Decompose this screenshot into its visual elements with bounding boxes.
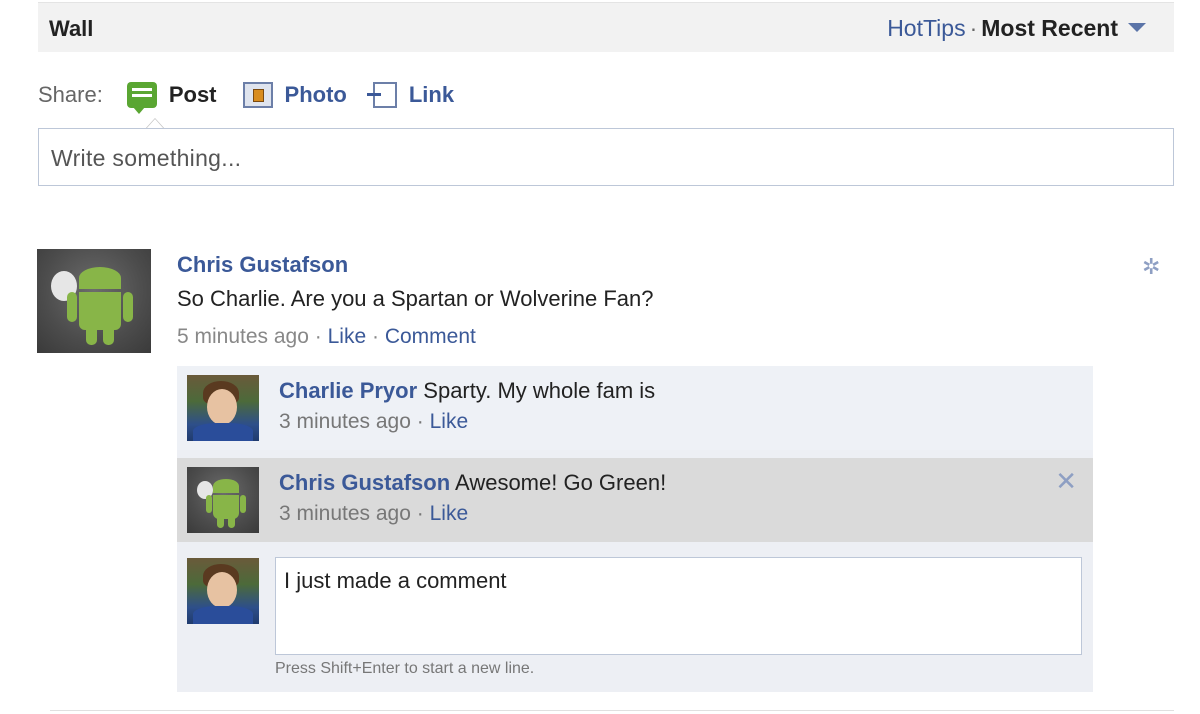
close-icon[interactable]: ✕ (1055, 466, 1077, 497)
share-link-label: Link (408, 82, 455, 107)
comment-author-name[interactable]: Charlie Pryor (279, 378, 417, 403)
comments-section: Charlie Pryor Sparty. My whole fam is 3 … (177, 366, 1093, 692)
comment-message: Awesome! Go Green! (450, 470, 667, 495)
meta-separator: · (371, 325, 379, 348)
wall-title: Wall (49, 16, 94, 41)
share-link-tab[interactable]: Link (366, 82, 455, 108)
status-composer-input[interactable]: Write something... (38, 128, 1174, 186)
comment-timestamp[interactable]: 3 minutes ago (279, 410, 411, 433)
wall-filter: HotTips · Most Recent (887, 15, 1146, 42)
meta-separator: · (314, 325, 322, 348)
share-post-label: Post (168, 82, 217, 107)
share-photo-tab[interactable]: Photo (242, 82, 347, 108)
post-meta: 5 minutes ago · Like · Comment (177, 325, 476, 349)
post-timestamp[interactable]: 5 minutes ago (177, 325, 309, 348)
commenter-avatar[interactable] (187, 375, 259, 441)
reply-avatar (187, 558, 259, 624)
comment-message: Sparty. My whole fam is (417, 378, 656, 403)
commenter-avatar[interactable] (187, 467, 259, 533)
like-link[interactable]: Like (328, 325, 367, 348)
comment-meta: 3 minutes ago · Like (279, 410, 468, 434)
comment-meta: 3 minutes ago · Like (279, 502, 468, 526)
wall-header: Wall HotTips · Most Recent (38, 2, 1174, 52)
comment-item: Charlie Pryor Sparty. My whole fam is 3 … (177, 366, 1093, 450)
comment-reply-textarea[interactable]: I just made a comment (275, 557, 1082, 655)
link-icon (366, 82, 397, 108)
filter-separator: · (969, 15, 978, 41)
comment-body: Chris Gustafson Awesome! Go Green! (279, 470, 666, 496)
divider (50, 710, 1174, 711)
post-author-avatar[interactable] (37, 249, 151, 353)
share-bar: Share: Post Photo Link (38, 78, 480, 114)
post-icon (126, 82, 157, 114)
share-label: Share: (38, 82, 103, 107)
hottips-link[interactable]: HotTips (887, 15, 965, 41)
photo-icon (242, 82, 273, 108)
comment-link[interactable]: Comment (385, 325, 476, 348)
chevron-down-icon[interactable] (1128, 23, 1146, 32)
comment-body: Charlie Pryor Sparty. My whole fam is (279, 378, 655, 404)
meta-separator: · (410, 410, 430, 433)
comment-author-name[interactable]: Chris Gustafson (279, 470, 450, 495)
reply-hint: Press Shift+Enter to start a new line. (275, 660, 535, 677)
post-message: So Charlie. Are you a Spartan or Wolveri… (177, 286, 654, 311)
comment-like-link[interactable]: Like (430, 502, 469, 525)
gear-icon[interactable]: ✲ (1142, 254, 1160, 280)
comment-timestamp[interactable]: 3 minutes ago (279, 502, 411, 525)
share-post-tab[interactable]: Post (126, 82, 217, 114)
comment-item: Chris Gustafson Awesome! Go Green! 3 min… (177, 458, 1093, 542)
comment-like-link[interactable]: Like (430, 410, 469, 433)
post-author-name[interactable]: Chris Gustafson (177, 252, 348, 278)
most-recent-dropdown[interactable]: Most Recent (981, 15, 1118, 41)
share-photo-label: Photo (284, 82, 347, 107)
meta-separator: · (410, 502, 430, 525)
